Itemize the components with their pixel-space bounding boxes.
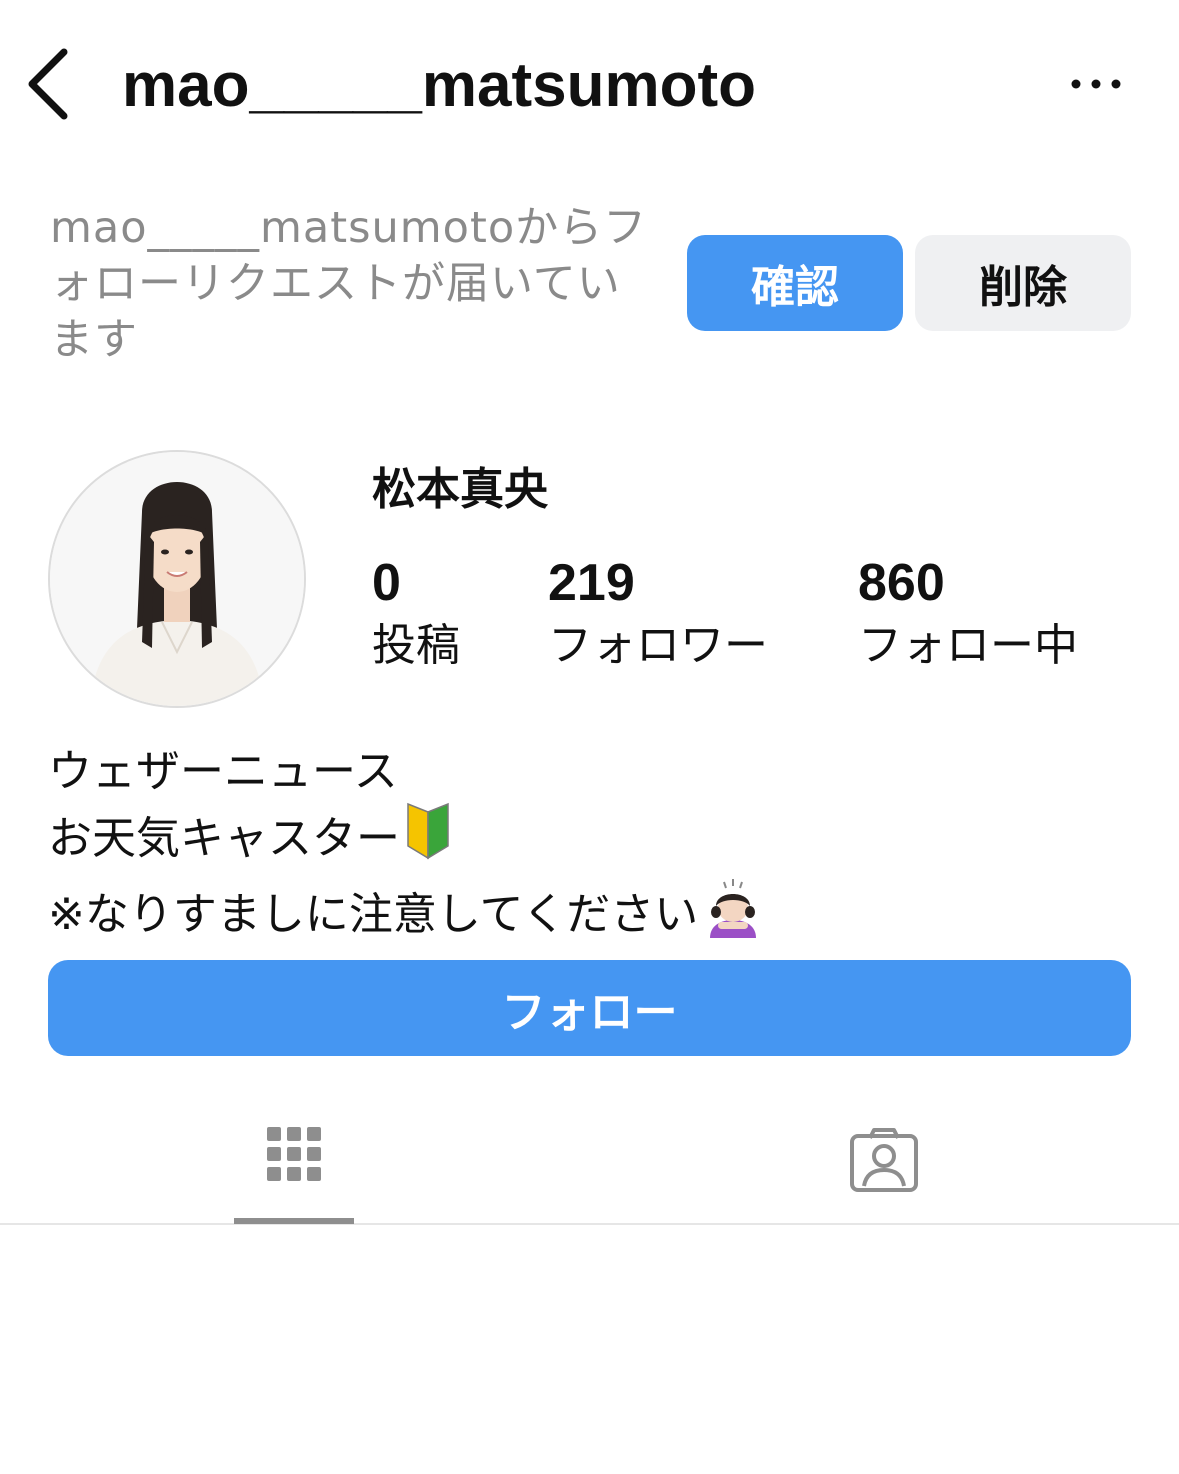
followers-label: フォロワー	[548, 620, 768, 671]
follow-request-message: mao_____matsumotoからフォローリクエストが届いています	[50, 203, 648, 365]
profile-username: mao_____matsumoto	[122, 51, 757, 120]
avatar-portrait	[50, 452, 304, 706]
posts-stat: 0 投稿	[372, 552, 460, 674]
confirm-request-button[interactable]: 確認	[687, 235, 903, 331]
bio-line-3: ※なりすましに注意してください	[48, 889, 699, 940]
followers-stat[interactable]: 219 フォロワー	[548, 552, 768, 674]
profile-display-name: 松本真央	[372, 464, 548, 515]
profile-header: mao_____matsumoto	[0, 0, 1179, 170]
bowing-person-icon	[702, 876, 764, 954]
active-tab-indicator	[234, 1218, 354, 1224]
back-button[interactable]	[20, 44, 80, 124]
posts-label: 投稿	[372, 620, 460, 671]
delete-request-button[interactable]: 削除	[915, 235, 1131, 331]
bio-line-2: お天気キャスター	[48, 813, 400, 864]
bio-line: お天気キャスター	[48, 802, 1048, 876]
profile-page: mao_____matsumoto mao_____matsumotoからフォロ…	[0, 0, 1179, 1474]
more-horizontal-icon	[1071, 79, 1121, 89]
bio-line-1: ウェザーニュース	[48, 746, 398, 797]
tab-posts-grid[interactable]	[234, 1100, 354, 1224]
bio-line: ウェザーニュース	[48, 742, 1048, 802]
avatar[interactable]	[48, 450, 306, 708]
chevron-left-icon	[28, 48, 68, 120]
grid-icon	[267, 1127, 321, 1181]
tab-tagged[interactable]	[824, 1100, 944, 1224]
follow-button[interactable]: フォロー	[48, 960, 1131, 1056]
tagged-person-icon	[850, 1128, 918, 1192]
tabs-divider	[0, 1223, 1179, 1225]
beginner-mark-icon	[404, 802, 452, 876]
profile-bio: ウェザーニュース お天気キャスター ※なりすましに注意してください	[48, 742, 1048, 954]
bio-line: ※なりすましに注意してください	[48, 876, 1048, 954]
more-options-button[interactable]	[1064, 66, 1128, 102]
followers-count: 219	[548, 554, 635, 612]
following-label: フォロー中	[858, 620, 1078, 671]
posts-count: 0	[372, 554, 401, 612]
following-stat[interactable]: 860 フォロー中	[858, 552, 1078, 674]
following-count: 860	[858, 554, 945, 612]
